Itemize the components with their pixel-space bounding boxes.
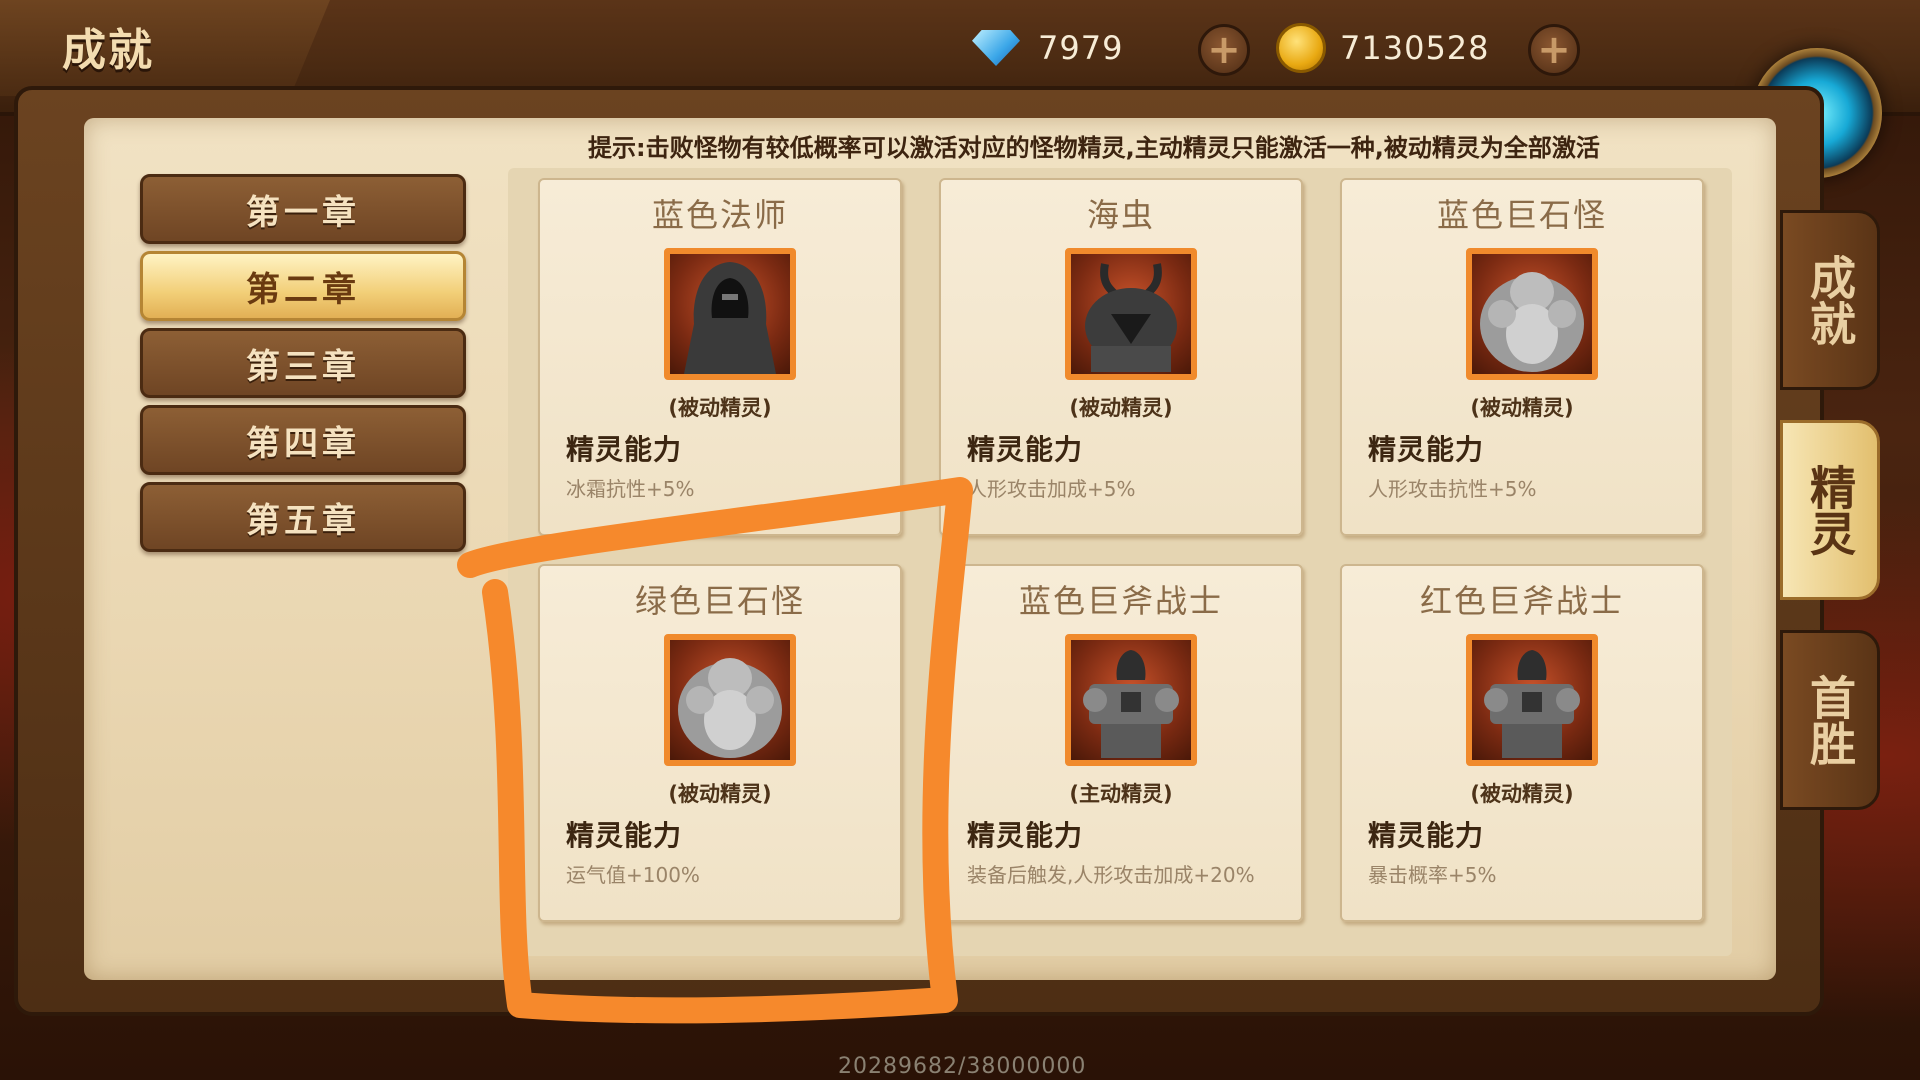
spirit-card[interactable]: 红色巨斧战士 (被动精灵) 精灵能力暴击概率+5% [1340, 564, 1704, 922]
spirit-ability-desc: 暴击概率+5% [1368, 863, 1497, 887]
gold-counter: 7130528 [1276, 22, 1490, 74]
chapter-tab-4[interactable]: 第四章 [140, 405, 466, 475]
chapter-tab-5[interactable]: 第五章 [140, 482, 466, 552]
spirit-ability-label: 精灵能力 [566, 819, 683, 852]
spirit-ability-desc: 运气值+100% [566, 863, 700, 887]
chapter-tab-2[interactable]: 第二章 [140, 251, 466, 321]
spirit-type: (被动精灵) [668, 396, 772, 420]
add-gold-button[interactable]: + [1528, 24, 1580, 76]
spirit-ability-label: 精灵能力 [967, 819, 1084, 852]
add-diamonds-button[interactable]: + [1198, 24, 1250, 76]
chapter-tab-1[interactable]: 第一章 [140, 174, 466, 244]
spirit-name: 蓝色法师 [651, 196, 788, 234]
spirit-ability-desc: 装备后触发,人形攻击加成+20% [967, 863, 1255, 887]
axe-warrior-icon [1065, 634, 1197, 766]
spirit-name: 绿色巨石怪 [634, 582, 805, 620]
exp-progress: 20289682/38000000 [838, 1054, 1087, 1079]
spirit-ability-label: 精灵能力 [1368, 433, 1485, 466]
spirit-ability-desc: 人形攻击加成+5% [967, 477, 1136, 501]
spirit-name: 蓝色巨斧战士 [1018, 582, 1223, 620]
spirit-name: 红色巨斧战士 [1419, 582, 1624, 620]
spirit-ability-label: 精灵能力 [1368, 819, 1485, 852]
title-plate [0, 0, 330, 96]
spirit-type: (被动精灵) [668, 782, 772, 806]
spirit-ability-label: 精灵能力 [967, 433, 1084, 466]
side-tab-2[interactable]: 精灵 [1780, 420, 1880, 600]
side-tab-3[interactable]: 首胜 [1780, 630, 1880, 810]
spirit-card[interactable]: 蓝色巨斧战士 (主动精灵) 精灵能力装备后触发,人形攻击加成+20% [939, 564, 1303, 922]
stone-golem-icon [664, 634, 796, 766]
diamond-icon [968, 26, 1024, 70]
diamond-counter: 7979 [968, 22, 1123, 74]
stone-golem-icon [1466, 248, 1598, 380]
hint-text: 提示:击败怪物有较低概率可以激活对应的怪物精灵,主动精灵只能激活一种,被动精灵为… [588, 134, 1600, 162]
spirit-card[interactable]: 海虫 (被动精灵) 精灵能力人形攻击加成+5% [939, 178, 1303, 536]
page-title: 成就 [62, 25, 154, 76]
spirit-type: (被动精灵) [1470, 396, 1574, 420]
diamond-value: 7979 [1038, 29, 1124, 67]
spirit-card[interactable]: 蓝色法师 (被动精灵) 精灵能力冰霜抗性+5% [538, 178, 902, 536]
axe-warrior-icon [1466, 634, 1598, 766]
spirit-type: (主动精灵) [1069, 782, 1173, 806]
chapter-tab-3[interactable]: 第三章 [140, 328, 466, 398]
gold-value: 7130528 [1340, 29, 1490, 67]
spirit-ability-desc: 人形攻击抗性+5% [1368, 477, 1537, 501]
spirit-type: (被动精灵) [1069, 396, 1173, 420]
sea-worm-icon [1065, 248, 1197, 380]
spirit-card[interactable]: 绿色巨石怪 (被动精灵) 精灵能力运气值+100% [538, 564, 902, 922]
side-tab-label: 精灵 [1803, 464, 1857, 556]
spirit-name: 海虫 [1086, 196, 1155, 234]
gold-coin-icon [1276, 23, 1326, 73]
hooded-mage-icon [664, 248, 796, 380]
spirit-type: (被动精灵) [1470, 782, 1574, 806]
side-tab-label: 首胜 [1803, 674, 1857, 766]
spirit-ability-desc: 冰霜抗性+5% [566, 477, 695, 501]
side-tab-label: 成就 [1803, 254, 1857, 346]
spirit-ability-label: 精灵能力 [566, 433, 683, 466]
spirit-card[interactable]: 蓝色巨石怪 (被动精灵) 精灵能力人形攻击抗性+5% [1340, 178, 1704, 536]
spirit-name: 蓝色巨石怪 [1436, 196, 1607, 234]
side-tab-1[interactable]: 成就 [1780, 210, 1880, 390]
